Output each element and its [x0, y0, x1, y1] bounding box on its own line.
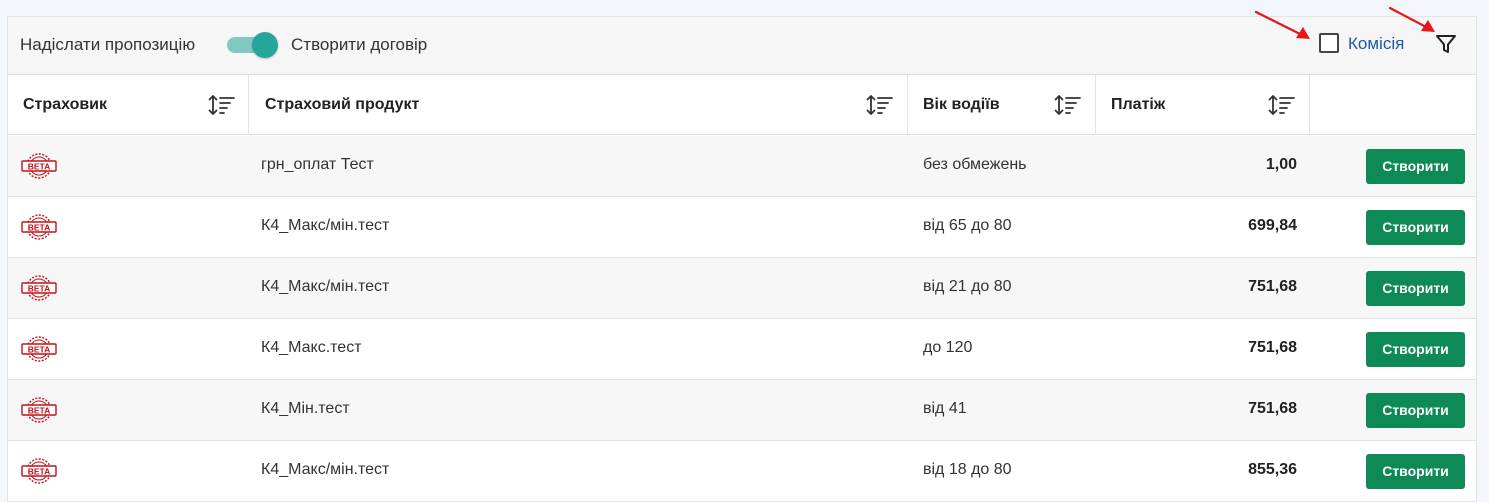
beta-insurer-logo — [20, 213, 58, 241]
create-button[interactable]: Створити — [1366, 332, 1465, 367]
create-contract-label[interactable]: Створити договір — [291, 35, 427, 55]
table-row: грн_оплат Тест без обмежень 1,00 Створит… — [8, 136, 1476, 197]
create-button[interactable]: Створити — [1366, 393, 1465, 428]
create-button[interactable]: Створити — [1366, 210, 1465, 245]
payment-amount: 855,36 — [1248, 461, 1297, 478]
table-header: Страховик Страховий продукт Вік водіїв П… — [8, 75, 1476, 135]
table-row: К4_Мін.тест від 41 751,68 Створити — [8, 380, 1476, 441]
driver-age: від 21 до 80 — [923, 278, 1012, 295]
driver-age: без обмежень — [923, 156, 1027, 173]
commission-label[interactable]: Комісія — [1348, 34, 1404, 54]
product-name: К4_Макс/мін.тест — [261, 217, 390, 234]
column-insurer: Страховик — [8, 75, 249, 135]
payment-amount: 751,68 — [1248, 400, 1297, 417]
column-driver-age: Вік водіїв — [908, 75, 1096, 135]
commission-checkbox[interactable] — [1319, 33, 1339, 53]
send-offer-label[interactable]: Надіслати пропозицію — [20, 35, 195, 55]
column-product: Страховий продукт — [249, 75, 908, 135]
table-row: К4_Макс/мін.тест від 65 до 80 699,84 Ств… — [8, 197, 1476, 258]
product-name: К4_Макс/мін.тест — [261, 278, 390, 295]
beta-insurer-logo — [20, 396, 58, 424]
column-driver-age-label: Вік водіїв — [923, 96, 1000, 113]
product-name: К4_Мін.тест — [261, 400, 350, 417]
column-payment-label: Платіж — [1111, 96, 1166, 113]
toggle-knob — [252, 32, 278, 58]
payment-amount: 699,84 — [1248, 217, 1297, 234]
filter-icon[interactable] — [1434, 32, 1458, 56]
beta-insurer-logo — [20, 335, 58, 363]
column-payment: Платіж — [1096, 75, 1310, 135]
driver-age: від 41 — [923, 400, 967, 417]
beta-insurer-logo — [20, 457, 58, 485]
results-panel: Надіслати пропозицію Створити договір Ко… — [7, 16, 1477, 502]
create-button[interactable]: Створити — [1366, 271, 1465, 306]
toolbar: Надіслати пропозицію Створити договір Ко… — [8, 17, 1476, 75]
sort-icon[interactable] — [1268, 93, 1296, 117]
driver-age: від 65 до 80 — [923, 217, 1012, 234]
table-row: К4_Макс.тест до 120 751,68 Створити — [8, 319, 1476, 380]
table-row: К4_Макс/мін.тест від 18 до 80 855,36 Ств… — [8, 441, 1476, 502]
driver-age: до 120 — [923, 339, 973, 356]
payment-amount: 1,00 — [1265, 156, 1297, 173]
beta-insurer-logo — [20, 274, 58, 302]
column-actions — [1310, 75, 1478, 135]
sort-icon[interactable] — [1054, 93, 1082, 117]
create-button[interactable]: Створити — [1366, 454, 1465, 489]
product-name: К4_Макс/мін.тест — [261, 461, 390, 478]
payment-amount: 751,68 — [1248, 278, 1297, 295]
product-name: К4_Макс.тест — [261, 339, 362, 356]
product-name: грн_оплат Тест — [261, 156, 374, 173]
payment-amount: 751,68 — [1248, 339, 1297, 356]
offer-contract-toggle[interactable] — [227, 32, 279, 58]
sort-icon[interactable] — [208, 93, 236, 117]
beta-insurer-logo — [20, 152, 58, 180]
table-row: К4_Макс/мін.тест від 21 до 80 751,68 Ств… — [8, 258, 1476, 319]
create-button[interactable]: Створити — [1366, 149, 1465, 184]
driver-age: від 18 до 80 — [923, 461, 1012, 478]
sort-icon[interactable] — [866, 93, 894, 117]
column-product-label: Страховий продукт — [265, 96, 420, 113]
column-insurer-label: Страховик — [23, 96, 108, 113]
